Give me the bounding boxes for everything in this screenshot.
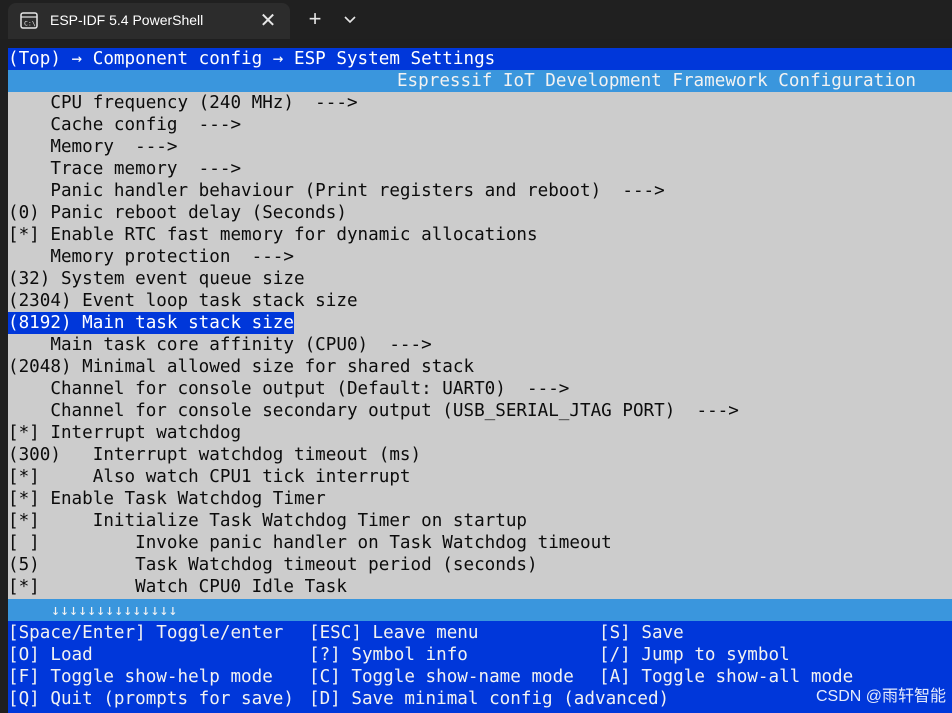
key-hint: [/] Jump to symbol [599, 645, 790, 665]
menu-item[interactable]: [*] Enable Task Watchdog Timer [8, 488, 326, 510]
menu-item[interactable]: [*] Watch CPU0 Idle Task [8, 576, 347, 598]
menu-item[interactable]: (300) Interrupt watchdog timeout (ms) [8, 444, 421, 466]
scroll-down-indicator: ↓↓↓↓↓↓↓↓↓↓↓↓↓↓ [51, 601, 178, 619]
menu-item[interactable]: [*] Also watch CPU1 tick interrupt [8, 466, 411, 488]
key-hint: [?] Symbol info [309, 645, 468, 665]
menu-item[interactable]: [*] Interrupt watchdog [8, 422, 241, 444]
key-hint: [D] Save minimal config (advanced) [309, 689, 670, 709]
menu-item[interactable]: Memory ---> [8, 136, 177, 158]
menu-item[interactable]: Cache config ---> [8, 114, 241, 136]
svg-text:C:\: C:\ [24, 20, 36, 28]
menu-list: CPU frequency (240 MHz) ---> Cache confi… [8, 92, 952, 643]
tab-powershell[interactable]: C:\ ESP-IDF 5.4 PowerShell ✕ [8, 3, 290, 39]
scroll-indicator-bar: ↓↓↓↓↓↓↓↓↓↓↓↓↓↓ [8, 599, 952, 621]
menu-item[interactable]: Trace memory ---> [8, 158, 241, 180]
menu-item[interactable]: Main task core affinity (CPU0) ---> [8, 334, 431, 356]
terminal-icon: C:\ [20, 12, 38, 29]
key-help: [Space/Enter] Toggle/enter [ESC] Leave me… [8, 621, 952, 713]
menu-item[interactable]: (32) System event queue size [8, 268, 305, 290]
title-bar: C:\ ESP-IDF 5.4 PowerShell ✕ + [0, 0, 952, 39]
menu-item[interactable]: (5) Task Watchdog timeout period (second… [8, 554, 538, 576]
key-hint: [O] Load [8, 645, 93, 665]
key-hint: [F] Toggle show-help mode [8, 667, 273, 687]
watermark: CSDN @雨轩智能 [815, 688, 946, 705]
tab-title: ESP-IDF 5.4 PowerShell [50, 12, 204, 28]
menu-item-selected[interactable]: (8192) Main task stack size [8, 312, 294, 334]
menu-item[interactable]: [*] Enable RTC fast memory for dynamic a… [8, 224, 538, 246]
menu-item[interactable]: [*] Initialize Task Watchdog Timer on st… [8, 510, 527, 532]
menu-item[interactable]: (2048) Minimal allowed size for shared s… [8, 356, 474, 378]
terminal[interactable]: (Top) → Component config → ESP System Se… [8, 48, 952, 713]
key-hint: [C] Toggle show-name mode [309, 667, 574, 687]
menu-item[interactable]: Memory protection ---> [8, 246, 294, 268]
menu-item[interactable]: CPU frequency (240 MHz) ---> [8, 92, 357, 114]
key-hint: [Space/Enter] Toggle/enter [8, 623, 284, 643]
chevron-down-icon[interactable] [338, 7, 362, 31]
menu-item[interactable]: (2304) Event loop task stack size [8, 290, 358, 312]
key-hint: [S] Save [599, 623, 684, 643]
key-hint: [Q] Quit (prompts for save) [8, 689, 294, 709]
menu-item[interactable]: (0) Panic reboot delay (Seconds) [8, 202, 347, 224]
close-icon[interactable]: ✕ [256, 9, 280, 33]
header-bar: Espressif IoT Development Framework Conf… [8, 70, 952, 92]
breadcrumb: (Top) → Component config → ESP System Se… [8, 49, 496, 69]
header-title: Espressif IoT Development Framework Conf… [396, 71, 916, 91]
key-hint: [ESC] Leave menu [309, 623, 479, 643]
menu-item[interactable]: Panic handler behaviour (Print registers… [8, 180, 664, 202]
menu-item[interactable]: Channel for console output (Default: UAR… [8, 378, 569, 400]
menu-item[interactable]: Channel for console secondary output (US… [8, 400, 739, 422]
new-tab-button[interactable]: + [303, 7, 327, 31]
menu-item[interactable]: [ ] Invoke panic handler on Task Watchdo… [8, 532, 612, 554]
